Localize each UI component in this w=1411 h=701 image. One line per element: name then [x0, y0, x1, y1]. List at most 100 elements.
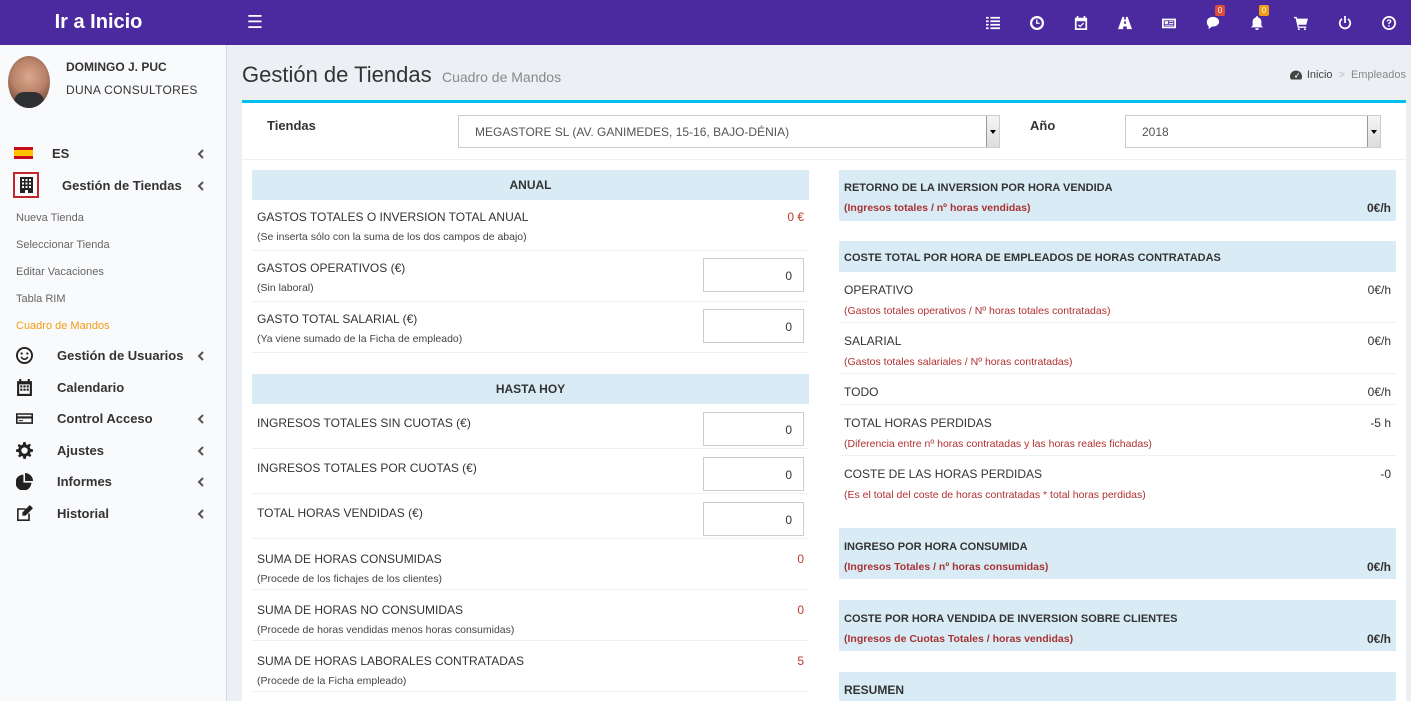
calendar-icon: [14, 377, 34, 397]
row-label: TODO: [844, 385, 879, 399]
table-row: OPERATIVO (Gastos totales operativos / N…: [839, 272, 1396, 323]
breadcrumb-separator: >: [1338, 69, 1345, 81]
resumen-heading: RESUMEN: [839, 672, 1396, 701]
table-row: GASTOS OPERATIVOS (€) (Sin laboral) 0: [252, 251, 809, 302]
table-row: SUMA DE HORAS NO CONSUMIDAS (Procede de …: [252, 590, 809, 641]
gasto-salarial-input[interactable]: 0: [703, 309, 804, 343]
dropdown-arrow-icon: [986, 116, 999, 147]
power-icon[interactable]: [1323, 0, 1367, 45]
anio-select[interactable]: 2018: [1125, 115, 1381, 148]
row-label: GASTO TOTAL SALARIAL (€): [257, 312, 418, 326]
submenu-seleccionar-tienda[interactable]: Seleccionar Tienda: [16, 239, 110, 251]
road-icon[interactable]: [1103, 0, 1147, 45]
bell-badge: 0: [1259, 5, 1269, 16]
clock-icon[interactable]: [1015, 0, 1059, 45]
row-label: GASTOS TOTALES O INVERSION TOTAL ANUAL: [257, 210, 529, 224]
home-logo-link[interactable]: Ir a Inicio: [0, 0, 227, 45]
row-label: COSTE DE LAS HORAS PERDIDAS: [844, 467, 1043, 481]
total-horas-vendidas-input[interactable]: 0: [703, 502, 804, 536]
row-value: 5: [797, 654, 804, 668]
panel-value: 0€/h: [1366, 560, 1391, 574]
page-title: Gestión de Tiendas: [242, 62, 432, 87]
list-icon[interactable]: [971, 0, 1015, 45]
sidebar-item-control-acceso[interactable]: Control Acceso: [0, 403, 226, 433]
dropdown-arrow-icon: [1367, 116, 1380, 147]
breadcrumb-empleados: Empleados: [1350, 69, 1406, 81]
row-hint: (Procede de la Ficha empleado): [257, 675, 407, 687]
dashboard-icon: [1289, 70, 1302, 80]
pie-chart-icon: [14, 471, 34, 491]
ingresos-sin-cuotas-input[interactable]: 0: [703, 412, 804, 446]
user-panel: DOMINGO J. PUC DUNA CONSULTORES: [0, 45, 226, 125]
panel-title: COSTE POR HORA VENDIDA DE INVERSION SOBR…: [844, 613, 1178, 625]
table-row: INGRESOS TOTALES SIN CUOTAS (€) 0: [252, 404, 809, 449]
sidebar-item-label: Historial: [57, 505, 110, 521]
sidebar-item-gestion-tiendas[interactable]: Gestión de Tiendas: [0, 170, 226, 200]
user-name: DOMINGO J. PUC: [66, 60, 167, 74]
submenu-cuadro-de-mandos[interactable]: Cuadro de Mandos: [16, 320, 110, 332]
row-label: GASTOS OPERATIVOS (€): [257, 261, 406, 275]
panel-title: RETORNO DE LA INVERSION POR HORA VENDIDA: [844, 182, 1113, 194]
comments-badge: 0: [1215, 5, 1225, 16]
row-label: OPERATIVO: [844, 283, 914, 297]
chevron-left-icon: [196, 147, 208, 159]
sidebar-toggle-button[interactable]: ☰: [235, 12, 275, 33]
submenu-tabla-rim[interactable]: Tabla RIM: [16, 293, 66, 305]
row-hint: (Procede de los fichajes de los clientes…: [257, 573, 443, 585]
sidebar-item-label: Calendario: [57, 379, 125, 395]
row-value: 0€/h: [1367, 334, 1391, 348]
row-hint: (Gastos totales operativos / Nº horas to…: [844, 305, 1111, 317]
calendar-check-icon[interactable]: [1059, 0, 1103, 45]
row-label: INGRESOS TOTALES POR CUOTAS (€): [257, 461, 477, 475]
hamburger-icon: ☰: [246, 12, 264, 32]
table-row: GASTOS TOTALES O INVERSION TOTAL ANUAL (…: [252, 200, 809, 251]
sidebar-item-calendario[interactable]: Calendario: [0, 372, 226, 402]
row-value: 0€/h: [1367, 283, 1391, 297]
submenu-editar-vacaciones[interactable]: Editar Vacaciones: [16, 266, 104, 278]
avatar: [8, 56, 50, 108]
anio-label: Año: [1030, 118, 1056, 133]
edit-icon: [14, 503, 34, 523]
panel-value: 0€/h: [1366, 201, 1391, 215]
coste-total-heading: COSTE TOTAL POR HORA DE EMPLEADOS DE HOR…: [839, 241, 1396, 272]
help-icon[interactable]: [1367, 0, 1411, 45]
sidebar-item-label: Informes: [57, 473, 112, 489]
hasta-hoy-heading: HASTA HOY: [252, 374, 809, 404]
ingreso-panel: INGRESO POR HORA CONSUMIDA (Ingresos Tot…: [839, 528, 1396, 579]
ingresos-por-cuotas-input[interactable]: 0: [703, 457, 804, 491]
credit-card-icon: [14, 408, 34, 428]
sidebar-item-ajustes[interactable]: Ajustes: [0, 435, 226, 465]
row-hint: (Ya viene sumado de la Ficha de empleado…: [257, 333, 463, 345]
dashboard-box: Tiendas MEGASTORE SL (AV. GANIMEDES, 15-…: [242, 100, 1406, 701]
row-hint: (Se inserta sólo con la suma de los dos …: [257, 231, 527, 243]
sidebar-item-label: Gestión de Usuarios: [57, 347, 184, 363]
tiendas-select[interactable]: MEGASTORE SL (AV. GANIMEDES, 15-16, BAJO…: [458, 115, 1000, 148]
cart-icon[interactable]: [1279, 0, 1323, 45]
row-label: TOTAL HORAS VENDIDAS (€): [257, 506, 423, 520]
newspaper-icon[interactable]: [1147, 0, 1191, 45]
gastos-operativos-input[interactable]: 0: [703, 258, 804, 292]
row-hint: (Gastos totales salariales / Nº horas co…: [844, 356, 1073, 368]
row-value: 0 €: [787, 210, 804, 224]
sidebar-item-label: Control Acceso: [57, 410, 153, 426]
gear-icon: [14, 440, 34, 460]
breadcrumb-home-link[interactable]: Inicio: [1289, 69, 1333, 81]
comments-icon[interactable]: 0: [1191, 0, 1235, 45]
table-row: GASTO TOTAL SALARIAL (€) (Ya viene sumad…: [252, 302, 809, 353]
sidebar-item-gestion-usuarios[interactable]: Gestión de Usuarios: [0, 340, 226, 370]
row-hint: (Sin laboral): [257, 282, 314, 294]
row-value: 0: [797, 552, 804, 566]
table-row: TOTAL HORAS PERDIDAS (Diferencia entre n…: [839, 405, 1396, 456]
coste-vendida-panel: COSTE POR HORA VENDIDA DE INVERSION SOBR…: [839, 600, 1396, 651]
submenu-nueva-tienda[interactable]: Nueva Tienda: [16, 212, 84, 224]
row-label: TOTAL HORAS PERDIDAS: [844, 416, 992, 430]
sidebar-item-historial[interactable]: Historial: [0, 498, 226, 528]
sidebar-item-label: Gestión de Tiendas: [62, 177, 182, 193]
sidebar-item-language[interactable]: ES: [0, 138, 226, 168]
bell-icon[interactable]: 0: [1235, 0, 1279, 45]
row-value: 0€/h: [1367, 385, 1391, 399]
sidebar-item-informes[interactable]: Informes: [0, 466, 226, 496]
tiendas-selected-value: MEGASTORE SL (AV. GANIMEDES, 15-16, BAJO…: [475, 125, 790, 139]
row-value: 0: [797, 603, 804, 617]
table-row: INGRESOS TOTALES POR CUOTAS (€) 0: [252, 449, 809, 494]
